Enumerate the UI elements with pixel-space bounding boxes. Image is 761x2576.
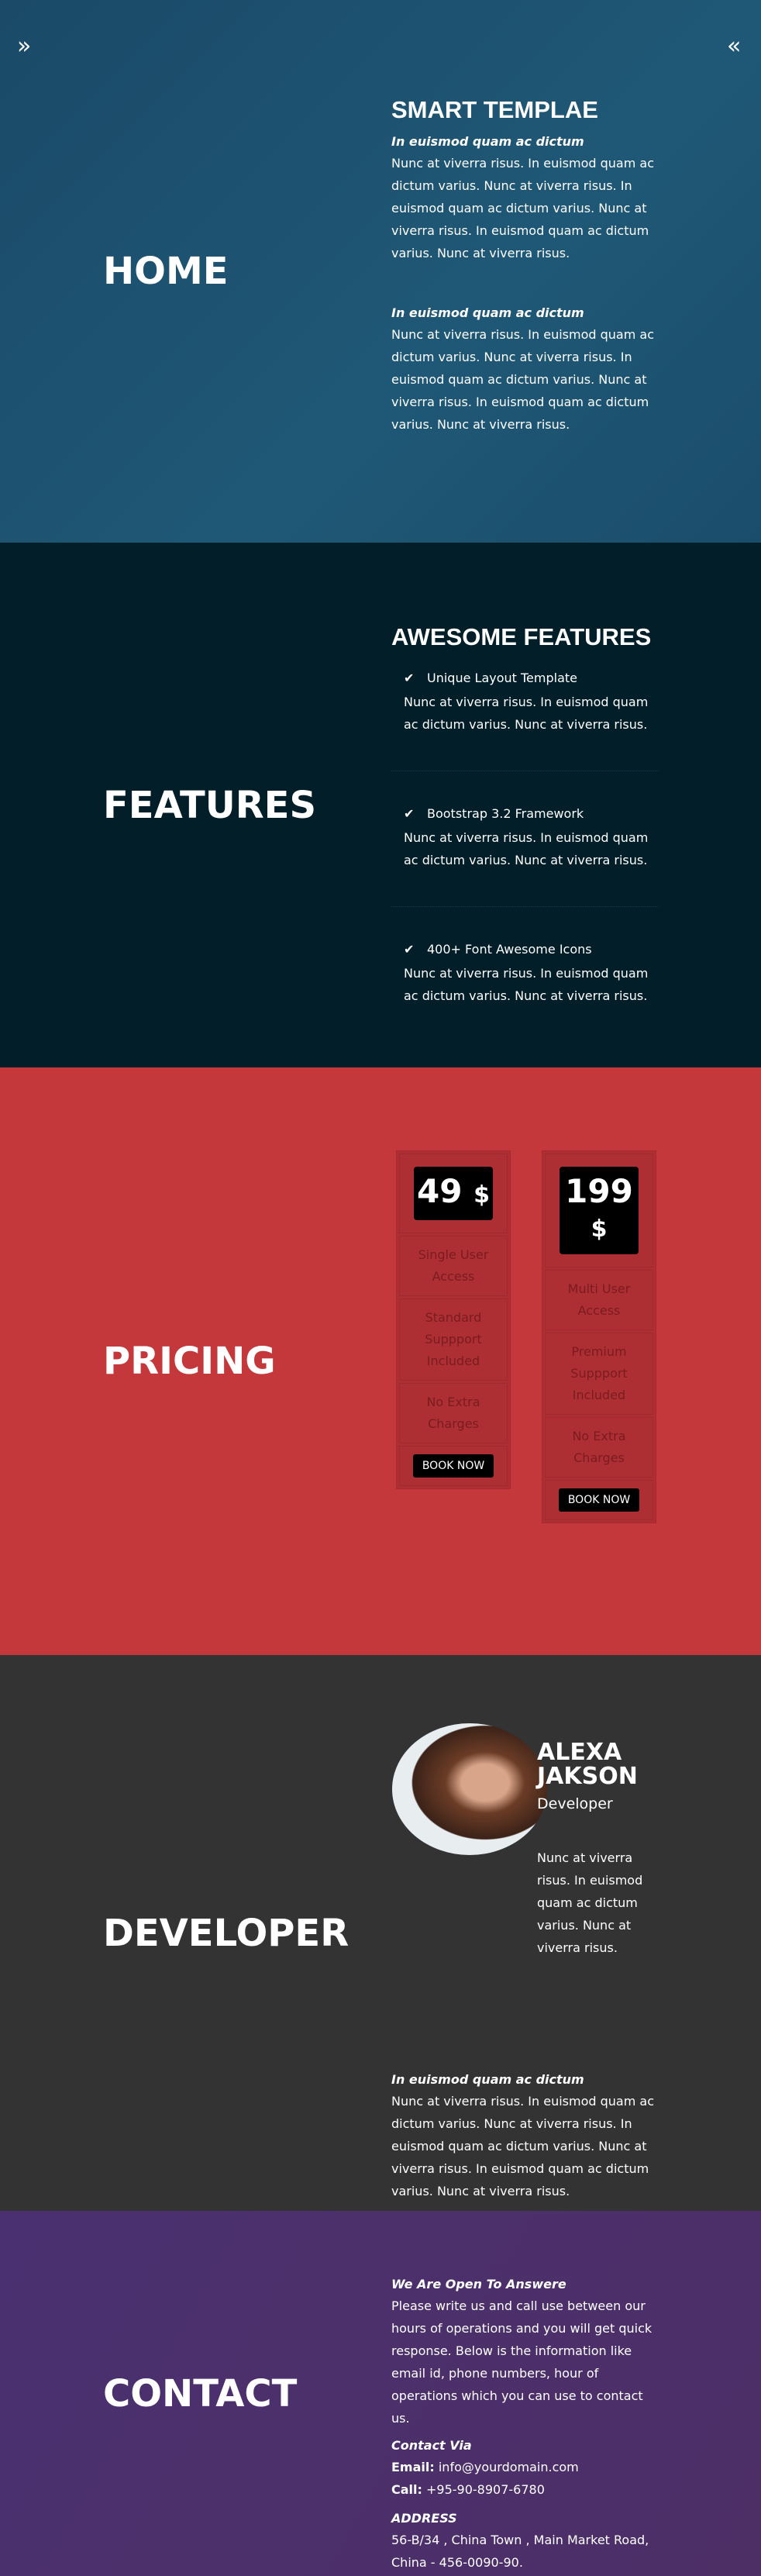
- pricing-card: 199 $ Multi User Access Premium Suppport …: [542, 1150, 656, 1523]
- call-line: Call: +95-90-8907-6780: [391, 2482, 545, 2497]
- phone-number: +95-90-8907-6780: [426, 2482, 545, 2497]
- book-now-button[interactable]: BOOK NOW: [412, 1454, 494, 1478]
- menu-open-icon[interactable]: »: [17, 35, 31, 58]
- open-text: Please write us and call use between our…: [391, 2298, 653, 2426]
- developer-name: ALEXA JAKSON: [537, 1739, 638, 1790]
- email-line: Email: info@yourdomain.com: [391, 2460, 579, 2474]
- plan-feature: Multi User Access: [545, 1270, 653, 1330]
- divider: [391, 906, 659, 907]
- section-heading: CONTACT: [103, 2371, 298, 2416]
- email-link[interactable]: info@yourdomain.com: [439, 2460, 579, 2474]
- plan-feature: Standard Suppport Included: [399, 1298, 508, 1381]
- book-now-button[interactable]: BOOK NOW: [558, 1488, 640, 1512]
- section-heading: PRICING: [103, 1340, 276, 1383]
- contact-section: CONTACT We Are Open To Answere Please wr…: [0, 2211, 761, 2576]
- feature-item: ✔ Unique Layout Template Nunc at viverra r…: [391, 667, 659, 736]
- pricing-section: PRICING 49 $ Single User Access Standard…: [0, 1067, 761, 1655]
- feature-title: Bootstrap 3.2 Framework: [427, 806, 584, 821]
- check-icon: ✔: [404, 671, 415, 685]
- home-section: » « HOME SMART TEMPLAE In euismod quam a…: [0, 0, 761, 543]
- developer-info: ALEXA JAKSON Developer Nunc at viverra r…: [537, 1740, 646, 1959]
- section-heading: DEVELOPER: [103, 1911, 350, 1955]
- home-content: SMART TEMPLAE In euismod quam ac dictum …: [391, 95, 659, 436]
- block-subtitle: In euismod quam ac dictum: [391, 305, 584, 320]
- pricing-card: 49 $ Single User Access Standard Supppor…: [396, 1150, 511, 1489]
- plan-feature: No Extra Charges: [399, 1383, 508, 1443]
- contact-content: We Are Open To Answere Please write us a…: [391, 2274, 659, 2574]
- section-heading: HOME: [103, 250, 229, 293]
- menu-collapse-icon[interactable]: «: [727, 35, 741, 58]
- feature-title: Unique Layout Template: [427, 671, 578, 685]
- feature-item: ✔ Bootstrap 3.2 Framework Nunc at viverra …: [391, 802, 659, 871]
- block-subtitle: In euismod quam ac dictum: [391, 134, 584, 149]
- block-text: Nunc at viverra risus. In euismod quam a…: [391, 327, 654, 432]
- section-heading: FEATURES: [103, 783, 317, 827]
- open-title: We Are Open To Answere: [391, 2277, 566, 2292]
- features-section: FEATURES AWESOME FEATURES ✔ Unique Layout…: [0, 543, 761, 1067]
- feature-text: Nunc at viverra risus. In euismod quam a…: [404, 966, 649, 1003]
- feature-title: 400+ Font Awesome Icons: [427, 942, 592, 957]
- features-title: AWESOME FEATURES: [391, 623, 652, 650]
- via-title: Contact Via: [391, 2438, 472, 2453]
- plan-feature: Premium Suppport Included: [545, 1333, 653, 1415]
- plan-feature: Single User Access: [399, 1236, 508, 1296]
- feature-text: Nunc at viverra risus. In euismod quam a…: [404, 830, 649, 867]
- feature-text: Nunc at viverra risus. In euismod quam a…: [404, 695, 649, 732]
- block-text: Nunc at viverra risus. In euismod quam a…: [391, 156, 654, 260]
- block-text: Nunc at viverra risus. In euismod quam a…: [391, 2094, 654, 2198]
- block-subtitle: In euismod quam ac dictum: [391, 2072, 584, 2087]
- home-title: SMART TEMPLAE: [391, 96, 598, 123]
- developer-role: Developer: [537, 1795, 613, 1812]
- plan-feature: No Extra Charges: [545, 1417, 653, 1478]
- price: 49 $: [414, 1167, 493, 1220]
- address-title: ADDRESS: [391, 2511, 457, 2526]
- price: 199 $: [560, 1167, 639, 1254]
- features-content: AWESOME FEATURES ✔ Unique Layout Template…: [391, 622, 659, 1042]
- developer-avatar: [392, 1723, 547, 1855]
- check-icon: ✔: [404, 942, 415, 957]
- address-text: 56-B/34 , China Town , Main Market Road,…: [391, 2533, 649, 2570]
- check-icon: ✔: [404, 806, 415, 821]
- developer-section: DEVELOPER ALEXA JAKSON Developer Nunc at…: [0, 1655, 761, 2211]
- feature-item: ✔ 400+ Font Awesome Icons Nunc at viverra …: [391, 938, 659, 1007]
- developer-content: In euismod quam ac dictum Nunc at viverr…: [391, 2070, 659, 2202]
- developer-bio: Nunc at viverra risus. In euismod quam a…: [537, 1850, 643, 1955]
